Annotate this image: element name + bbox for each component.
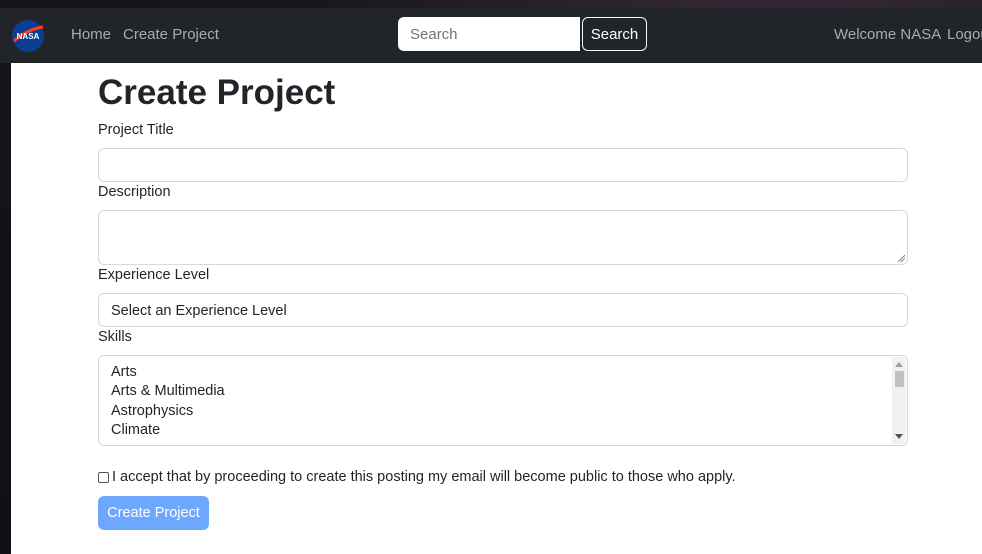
skills-option[interactable]: Climate [111,422,160,438]
project-title-label: Project Title [98,122,174,138]
description-label: Description [98,184,171,200]
main-content: Create Project Project Title Description… [11,63,982,554]
resize-grip-icon[interactable] [897,254,905,262]
page-title: Create Project [98,73,336,112]
skills-scrollbar[interactable] [892,357,906,444]
skills-listbox[interactable]: Arts Arts & Multimedia Astrophysics Clim… [98,355,908,446]
scroll-up-icon[interactable] [895,362,903,367]
logout-link[interactable]: Logout [947,26,982,43]
skills-label: Skills [98,329,132,345]
nasa-logo[interactable]: NASA [11,19,45,53]
description-textarea[interactable] [98,210,908,265]
project-title-input[interactable] [98,148,908,182]
create-project-button[interactable]: Create Project [98,496,209,530]
experience-level-select[interactable]: Select an Experience Level [98,293,908,327]
consent-checkbox[interactable] [98,472,109,483]
welcome-text: Welcome NASA [834,26,942,43]
nav-link-home[interactable]: Home [71,26,111,43]
experience-level-selected: Select an Experience Level [111,303,287,319]
navbar: NASA Home Create Project Search Welcome … [0,8,982,63]
logo-text: NASA [17,32,40,41]
skills-option[interactable]: Astrophysics [111,403,193,419]
skills-option[interactable]: Arts [111,364,137,380]
search-input[interactable] [398,17,580,51]
consent-label[interactable]: I accept that by proceeding to create th… [112,469,736,485]
scroll-down-icon[interactable] [895,434,903,439]
nav-link-create-project[interactable]: Create Project [123,26,219,43]
skills-option[interactable]: Arts & Multimedia [111,383,225,399]
search-button[interactable]: Search [582,17,647,51]
experience-level-label: Experience Level [98,267,210,283]
scroll-thumb[interactable] [895,371,904,387]
